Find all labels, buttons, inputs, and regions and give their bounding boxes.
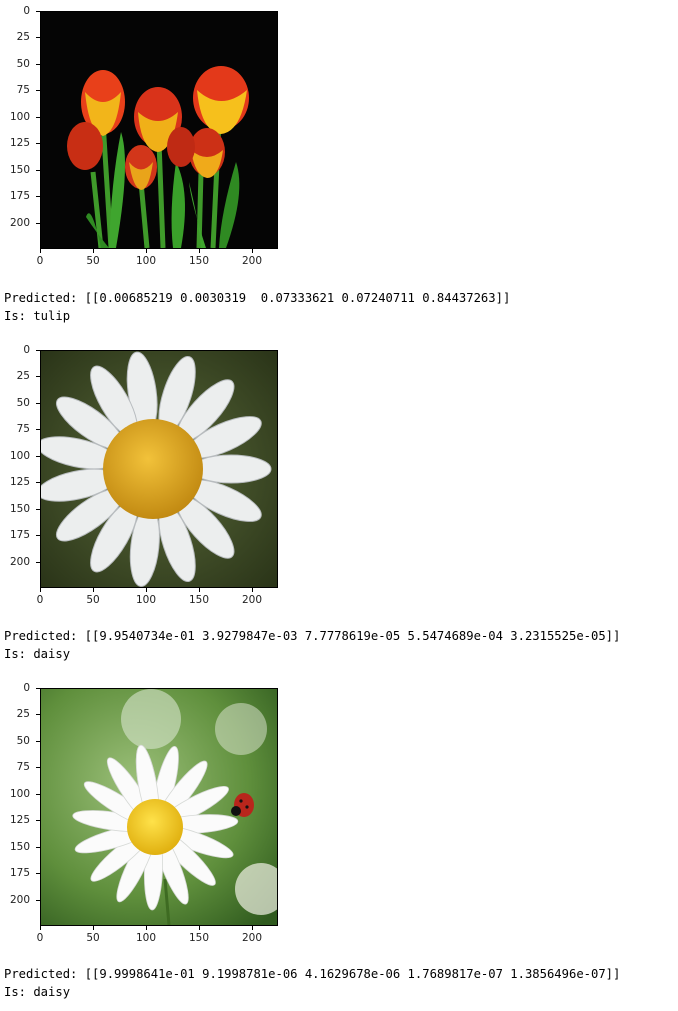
- x-tick-label: 50: [86, 255, 100, 267]
- y-tick-label: 25: [16, 370, 30, 382]
- x-tick-label: 100: [135, 255, 157, 267]
- x-tick-label: 100: [135, 594, 157, 606]
- y-tick-label: 100: [9, 788, 30, 800]
- x-tick-label: 200: [241, 255, 263, 267]
- y-tick-label: 150: [9, 164, 30, 176]
- y-tick-label: 0: [23, 682, 30, 694]
- y-tick-label: 200: [9, 217, 30, 229]
- y-tick-label: 125: [9, 137, 30, 149]
- y-tick-label: 100: [9, 450, 30, 462]
- y-tick-label: 125: [9, 476, 30, 488]
- is-label-output: Is: tulip: [4, 309, 71, 323]
- y-tick-label: 175: [9, 529, 30, 541]
- x-tick-label: 0: [36, 932, 44, 944]
- x-tick-label: 200: [241, 594, 263, 606]
- y-tick-label: 50: [16, 58, 30, 70]
- x-tick-label: 200: [241, 932, 263, 944]
- y-tick-label: 75: [16, 84, 30, 96]
- y-tick-label: 50: [16, 735, 30, 747]
- x-tick-label: 150: [188, 594, 210, 606]
- y-tick-label: 150: [9, 503, 30, 515]
- y-tick-label: 0: [23, 5, 30, 17]
- image-axes: 0 25 50 75 100 125 150 175 200 0 50 100 …: [0, 677, 290, 952]
- y-tick-label: 125: [9, 814, 30, 826]
- y-tick-label: 100: [9, 111, 30, 123]
- y-tick-label: 25: [16, 31, 30, 43]
- x-tick-label: 150: [188, 932, 210, 944]
- image-axes: 0 25 50 75 100 125 150 175 200 0 50 100 …: [0, 0, 290, 275]
- y-tick-label: 200: [9, 894, 30, 906]
- y-tick-label: 150: [9, 841, 30, 853]
- image-axes: 0 25 50 75 100 125 150 175 200 0 50 100 …: [0, 339, 290, 614]
- daisy-ladybug-image: [40, 688, 278, 926]
- tulip-image: [40, 11, 278, 249]
- y-tick-label: 75: [16, 761, 30, 773]
- predicted-output: Predicted: [[9.9998641e-01 9.1998781e-06…: [4, 967, 621, 981]
- x-tick-label: 50: [86, 932, 100, 944]
- x-tick-label: 150: [188, 255, 210, 267]
- y-tick-label: 25: [16, 708, 30, 720]
- y-tick-label: 175: [9, 867, 30, 879]
- y-tick-label: 75: [16, 423, 30, 435]
- x-tick-label: 100: [135, 932, 157, 944]
- is-label-output: Is: daisy: [4, 647, 71, 661]
- predicted-output: Predicted: [[0.00685219 0.0030319 0.0733…: [4, 291, 511, 305]
- y-tick-label: 0: [23, 344, 30, 356]
- daisy-closeup-image: [40, 350, 278, 588]
- y-tick-label: 175: [9, 190, 30, 202]
- y-tick-label: 50: [16, 397, 30, 409]
- x-tick-label: 50: [86, 594, 100, 606]
- x-tick-label: 0: [36, 255, 44, 267]
- is-label-output: Is: daisy: [4, 985, 71, 999]
- x-tick-label: 0: [36, 594, 44, 606]
- y-tick-label: 200: [9, 556, 30, 568]
- predicted-output: Predicted: [[9.9540734e-01 3.9279847e-03…: [4, 629, 621, 643]
